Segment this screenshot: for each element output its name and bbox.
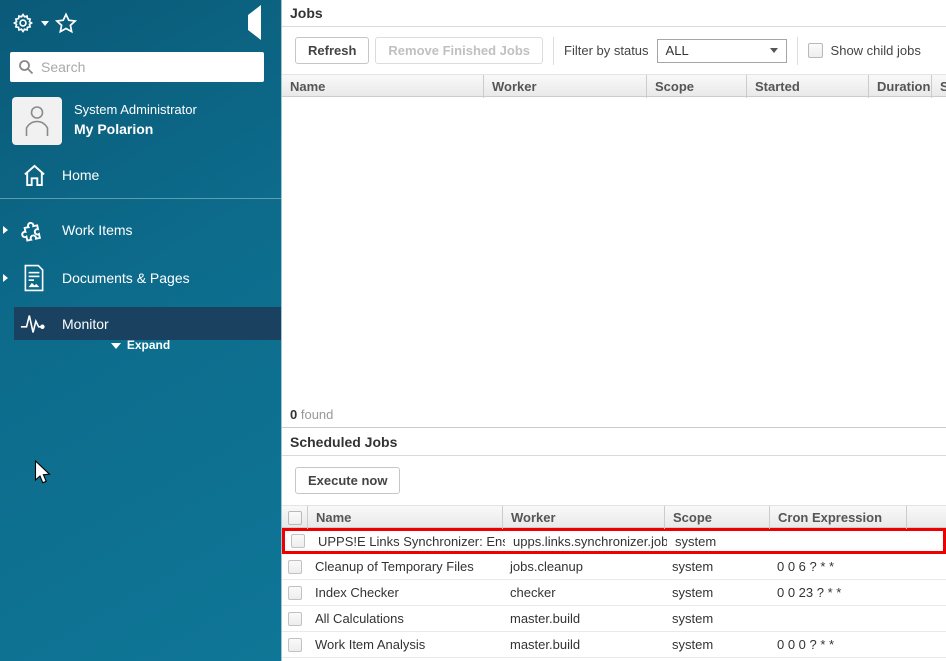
sidebar-item-work-items[interactable]: Work Items <box>0 213 281 247</box>
table-row[interactable]: Cleanup of Temporary Files jobs.cleanup … <box>282 554 946 580</box>
search-icon <box>18 59 34 75</box>
show-child-jobs-checkbox[interactable] <box>808 43 823 58</box>
column-header-worker[interactable]: Worker <box>502 506 664 529</box>
my-polarion-link[interactable]: My Polarion <box>74 121 197 137</box>
toolbar-divider <box>553 37 554 65</box>
row-checkbox[interactable] <box>288 612 302 626</box>
row-checkbox[interactable] <box>288 560 302 574</box>
settings-menu-button[interactable] <box>12 12 49 34</box>
expand-arrow-icon[interactable] <box>3 226 8 234</box>
document-icon <box>20 264 48 292</box>
sidebar-item-documents-pages[interactable]: Documents & Pages <box>0 261 281 295</box>
job-name-cell: Work Item Analysis <box>307 637 502 652</box>
job-worker-cell: upps.links.synchronizer.job <box>505 534 667 549</box>
found-count: 0 <box>290 407 297 422</box>
monitor-pulse-icon <box>20 310 48 338</box>
table-row[interactable]: Index Checker checker system 0 0 23 ? * … <box>282 580 946 606</box>
found-label: found <box>301 407 334 422</box>
column-header-extra <box>906 506 946 529</box>
expand-navigation-button[interactable]: Expand <box>0 338 281 352</box>
scheduled-table-header: Name Worker Scope Cron Expression <box>282 505 946 528</box>
job-scope-cell: system <box>664 585 769 600</box>
sidebar-item-monitor[interactable]: Monitor <box>14 307 281 340</box>
home-icon <box>20 161 48 189</box>
user-role: System Administrator <box>74 102 197 117</box>
sidebar-top-bar <box>10 12 271 44</box>
column-header-name[interactable]: Name <box>307 506 502 529</box>
expand-label: Expand <box>127 338 170 352</box>
gear-icon <box>12 12 34 34</box>
row-checkbox[interactable] <box>291 534 305 548</box>
remove-finished-jobs-button[interactable]: Remove Finished Jobs <box>375 37 543 64</box>
table-row[interactable]: UPPS!E Links Synchronizer: Ensure upps.l… <box>282 528 946 554</box>
show-child-jobs-label: Show child jobs <box>831 43 921 58</box>
refresh-button[interactable]: Refresh <box>295 37 369 64</box>
job-name-cell: UPPS!E Links Synchronizer: Ensure <box>310 534 505 549</box>
status-filter-value: ALL <box>666 43 770 58</box>
row-checkbox[interactable] <box>288 638 302 652</box>
settings-caret-icon <box>41 21 49 26</box>
status-filter-select[interactable]: ALL <box>657 39 787 63</box>
job-cron-cell: 0 0 23 ? * * <box>769 585 906 600</box>
job-worker-cell: jobs.cleanup <box>502 559 664 574</box>
column-header-scope[interactable]: Scope <box>646 75 746 98</box>
main-content: Jobs Refresh Remove Finished Jobs Filter… <box>281 0 946 661</box>
jobs-title: Jobs <box>282 0 946 27</box>
job-name-cell: Cleanup of Temporary Files <box>307 559 502 574</box>
jobs-toolbar: Refresh Remove Finished Jobs Filter by s… <box>282 27 946 74</box>
job-worker-cell: master.build <box>502 637 664 652</box>
scheduled-jobs-title: Scheduled Jobs <box>282 428 946 456</box>
sidebar-item-label: Work Items <box>62 222 133 238</box>
column-header-status[interactable]: S <box>931 75 946 98</box>
sidebar-search[interactable] <box>10 52 264 82</box>
filter-by-status-label: Filter by status <box>564 43 649 58</box>
sidebar-item-home[interactable]: Home <box>0 158 281 192</box>
favorites-button[interactable] <box>54 12 78 35</box>
toolbar-divider <box>797 37 798 65</box>
execute-now-button[interactable]: Execute now <box>295 467 400 494</box>
column-header-cron[interactable]: Cron Expression <box>769 506 906 529</box>
jobs-found-status: 0 found <box>282 403 946 428</box>
row-checkbox[interactable] <box>288 586 302 600</box>
puzzle-icon <box>20 216 48 244</box>
expand-arrow-icon[interactable] <box>3 274 8 282</box>
user-card[interactable]: System Administrator My Polarion <box>12 97 273 145</box>
job-name-cell: Index Checker <box>307 585 502 600</box>
sidebar: System Administrator My Polarion Home Wo… <box>0 0 281 661</box>
job-name-cell: All Calculations <box>307 611 502 626</box>
job-cron-cell: 0 0 0 ? * * <box>769 637 906 652</box>
collapse-arrow-icon <box>248 5 261 40</box>
sidebar-item-label: Home <box>62 167 99 183</box>
search-input[interactable] <box>41 59 256 75</box>
job-cron-cell: 0 0 6 ? * * <box>769 559 906 574</box>
jobs-table-header: Name Worker Scope Started Duration S <box>282 74 946 97</box>
sidebar-item-label: Documents & Pages <box>62 270 190 286</box>
job-worker-cell: master.build <box>502 611 664 626</box>
column-header-duration[interactable]: Duration <box>868 75 931 98</box>
job-worker-cell: checker <box>502 585 664 600</box>
table-row[interactable]: Work Item Analysis master.build system 0… <box>282 632 946 658</box>
column-header-worker[interactable]: Worker <box>483 75 646 98</box>
table-row[interactable]: All Calculations master.build system <box>282 606 946 632</box>
sidebar-nav: Home Work Items D <box>0 158 281 340</box>
chevron-down-icon <box>770 48 778 53</box>
user-meta: System Administrator My Polarion <box>74 97 197 145</box>
select-all-checkbox[interactable] <box>288 511 302 525</box>
column-header-started[interactable]: Started <box>746 75 868 98</box>
column-header-name[interactable]: Name <box>282 75 483 98</box>
job-scope-cell: system <box>664 611 769 626</box>
chevron-down-icon <box>111 343 121 349</box>
sidebar-item-label: Monitor <box>62 316 109 332</box>
column-header-scope[interactable]: Scope <box>664 506 769 529</box>
job-scope-cell: system <box>664 559 769 574</box>
collapse-sidebar-button[interactable] <box>248 15 261 30</box>
job-scope-cell: system <box>664 637 769 652</box>
jobs-table-body <box>282 97 946 403</box>
scheduled-table-body: UPPS!E Links Synchronizer: Ensure upps.l… <box>282 528 946 658</box>
scheduled-jobs-toolbar: Execute now <box>282 456 946 505</box>
avatar <box>12 97 62 145</box>
job-scope-cell: system <box>667 534 772 549</box>
nav-divider <box>0 198 281 199</box>
star-icon <box>54 12 78 35</box>
